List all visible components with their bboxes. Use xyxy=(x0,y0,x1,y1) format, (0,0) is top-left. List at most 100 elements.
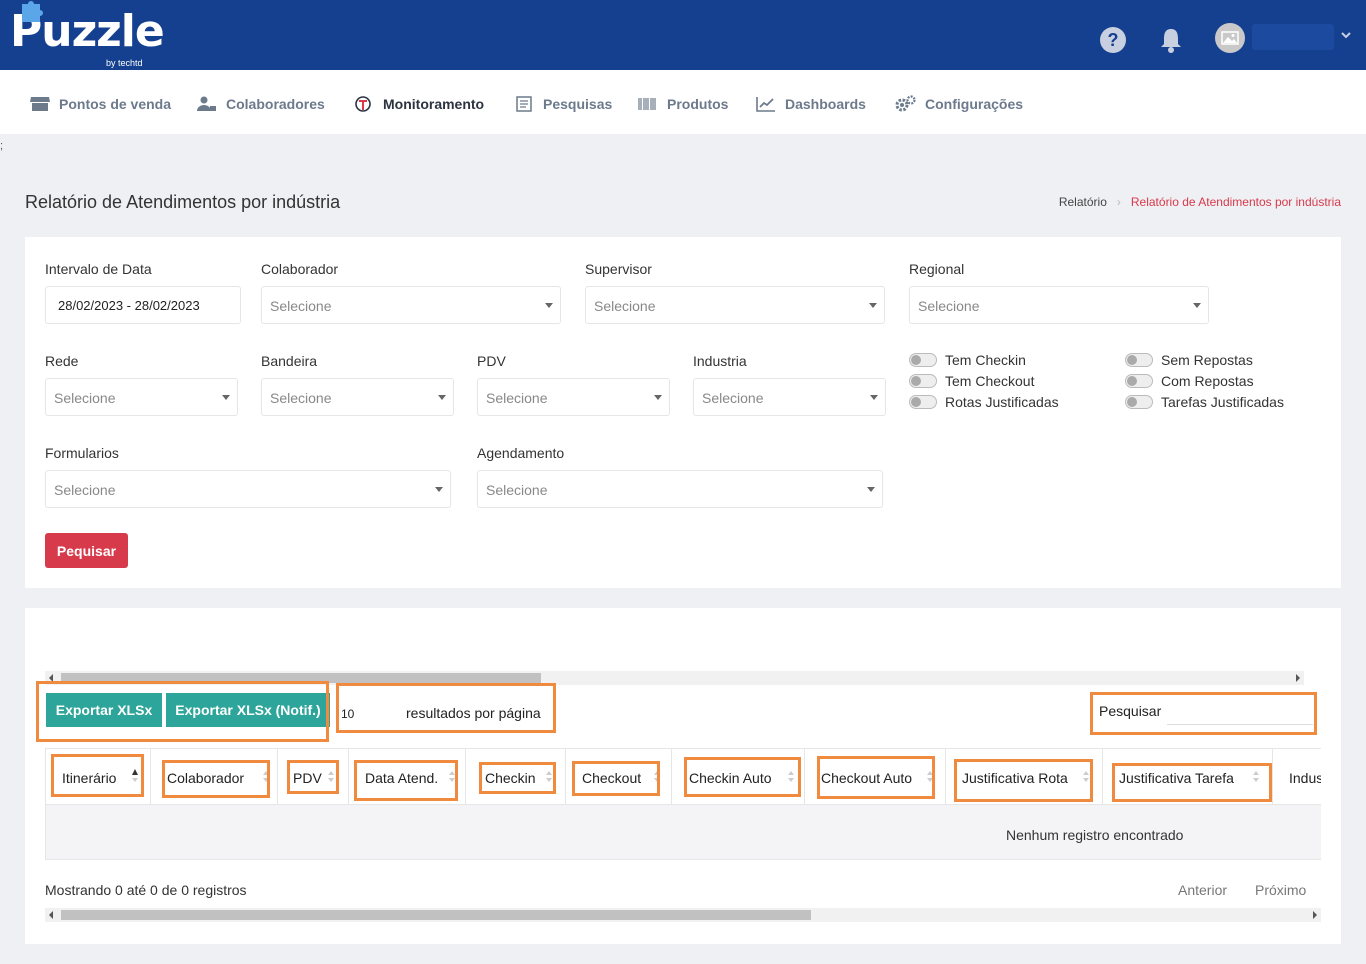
select-placeholder: Selecione xyxy=(270,298,332,314)
users-icon xyxy=(197,96,216,111)
pagination-next[interactable]: Próximo xyxy=(1255,882,1306,898)
toggle-com-repostas[interactable]: Com Repostas xyxy=(1125,373,1254,389)
search-button[interactable]: Pequisar xyxy=(45,533,128,568)
breadcrumb-item-relatorio[interactable]: Relatório xyxy=(1059,195,1107,209)
nav-label: Monitoramento xyxy=(383,96,485,112)
empty-message: Nenhum registro encontrado xyxy=(1006,827,1184,843)
nav-label: Dashboards xyxy=(785,96,866,112)
toggle-label: Sem Repostas xyxy=(1161,352,1253,368)
toggle-tem-checkout[interactable]: Tem Checkout xyxy=(909,373,1034,389)
rede-select[interactable]: Selecione xyxy=(45,378,238,416)
caret-down-icon xyxy=(869,303,877,308)
caret-down-icon xyxy=(545,303,553,308)
caret-down-icon xyxy=(870,395,878,400)
bottom-horizontal-scrollbar[interactable] xyxy=(45,908,1321,922)
bell-icon[interactable] xyxy=(1158,26,1184,54)
industria-label: Industria xyxy=(693,353,747,369)
nav-item-produtos[interactable]: Produtos xyxy=(638,94,728,114)
puzzle-piece-icon xyxy=(22,1,43,22)
page-title: Relatório de Atendimentos por indústria xyxy=(25,192,341,212)
industria-select[interactable]: Selecione xyxy=(693,378,886,416)
highlight-col-data-atend xyxy=(354,760,458,801)
chevron-down-icon[interactable] xyxy=(1340,30,1352,40)
scroll-left-icon[interactable] xyxy=(49,911,53,919)
supervisor-label: Supervisor xyxy=(585,261,652,277)
table-info: Mostrando 0 até 0 de 0 registros xyxy=(45,882,247,898)
toggle-rotas-justificadas[interactable]: Rotas Justificadas xyxy=(909,394,1059,410)
caret-down-icon xyxy=(867,487,875,492)
nav-item-monitoramento[interactable]: Monitoramento xyxy=(354,94,484,114)
formularios-label: Formularios xyxy=(45,445,119,461)
select-placeholder: Selecione xyxy=(702,390,764,406)
barcode-icon xyxy=(638,98,656,110)
scrollbar-thumb[interactable] xyxy=(61,910,811,920)
chart-line-icon xyxy=(756,97,775,112)
highlight-col-justificativa-tarefa xyxy=(1112,763,1272,802)
toggle-label: Rotas Justificadas xyxy=(945,394,1059,410)
breadcrumb-item-current: Relatório de Atendimentos por indústria xyxy=(1130,195,1341,209)
toggle-tem-checkin[interactable]: Tem Checkin xyxy=(909,352,1026,368)
toggle-label: Tarefas Justificadas xyxy=(1161,394,1284,410)
scroll-right-icon[interactable] xyxy=(1296,674,1300,682)
highlight-col-colaborador xyxy=(162,760,270,798)
gears-icon xyxy=(895,95,916,112)
nav-item-configuracoes[interactable]: Configurações xyxy=(894,94,1023,114)
top-header: Puzzle by techtd ? xyxy=(0,0,1366,70)
toggle-tarefas-justificadas[interactable]: Tarefas Justificadas xyxy=(1125,394,1284,410)
supervisor-select[interactable]: Selecione xyxy=(585,286,885,324)
date-range-input[interactable]: 28/02/2023 - 28/02/2023 xyxy=(45,286,241,324)
toggle-switch[interactable] xyxy=(1125,353,1153,367)
select-placeholder: Selecione xyxy=(594,298,656,314)
nav-item-pontos-de-venda[interactable]: Pontos de venda xyxy=(30,94,171,114)
colaborador-select[interactable]: Selecione xyxy=(261,286,561,324)
select-placeholder: Selecione xyxy=(54,482,116,498)
regional-label: Regional xyxy=(909,261,965,277)
scroll-right-icon[interactable] xyxy=(1313,911,1317,919)
main-nav: Pontos de venda Colaboradores Monitorame… xyxy=(0,70,1366,134)
nav-label: Pesquisas xyxy=(543,96,613,112)
pdv-select[interactable]: Selecione xyxy=(477,378,670,416)
nav-label: Configurações xyxy=(925,96,1024,112)
nav-item-pesquisas[interactable]: Pesquisas xyxy=(516,94,612,114)
bandeira-select[interactable]: Selecione xyxy=(261,378,454,416)
user-name-redacted[interactable] xyxy=(1252,24,1334,50)
formularios-select[interactable]: Selecione xyxy=(45,470,451,508)
select-placeholder: Selecione xyxy=(270,390,332,406)
nav-item-dashboards[interactable]: Dashboards xyxy=(756,94,866,114)
select-placeholder: Selecione xyxy=(486,390,548,406)
toggle-label: Tem Checkout xyxy=(945,373,1035,389)
agendamento-select[interactable]: Selecione xyxy=(477,470,883,508)
col-label: Indus xyxy=(1289,770,1321,786)
toggle-switch[interactable] xyxy=(1125,395,1153,409)
survey-icon xyxy=(516,96,532,112)
highlight-col-checkin-auto xyxy=(684,757,801,797)
caret-down-icon xyxy=(435,487,443,492)
toggle-sem-repostas[interactable]: Sem Repostas xyxy=(1125,352,1253,368)
logo-subtitle: by techtd xyxy=(106,58,143,68)
caret-down-icon xyxy=(438,395,446,400)
pdv-label: PDV xyxy=(477,353,506,369)
date-label: Intervalo de Data xyxy=(45,261,152,277)
col-industria[interactable]: Indus xyxy=(1273,749,1321,805)
toggle-label: Com Repostas xyxy=(1161,373,1254,389)
nav-item-colaboradores[interactable]: Colaboradores xyxy=(197,94,325,114)
breadcrumb: Relatório › Relatório de Atendimentos po… xyxy=(1059,195,1341,209)
highlight-col-itinerario xyxy=(51,754,144,797)
caret-down-icon xyxy=(222,395,230,400)
monitor-icon xyxy=(355,96,371,112)
select-placeholder: Selecione xyxy=(54,390,116,406)
agendamento-label: Agendamento xyxy=(477,445,565,461)
help-icon[interactable]: ? xyxy=(1100,27,1126,53)
toggle-switch[interactable] xyxy=(909,374,937,388)
stray-character: ; xyxy=(0,140,4,152)
regional-select[interactable]: Selecione xyxy=(909,286,1209,324)
app-logo[interactable]: Puzzle by techtd xyxy=(10,1,165,68)
toggle-switch[interactable] xyxy=(1125,374,1153,388)
bandeira-label: Bandeira xyxy=(261,353,318,369)
toggle-switch[interactable] xyxy=(909,353,937,367)
pagination-previous[interactable]: Anterior xyxy=(1178,882,1227,898)
breadcrumb-separator-icon: › xyxy=(1116,195,1121,209)
toggle-switch[interactable] xyxy=(909,395,937,409)
colaborador-label: Colaborador xyxy=(261,261,339,277)
avatar[interactable] xyxy=(1215,23,1245,53)
